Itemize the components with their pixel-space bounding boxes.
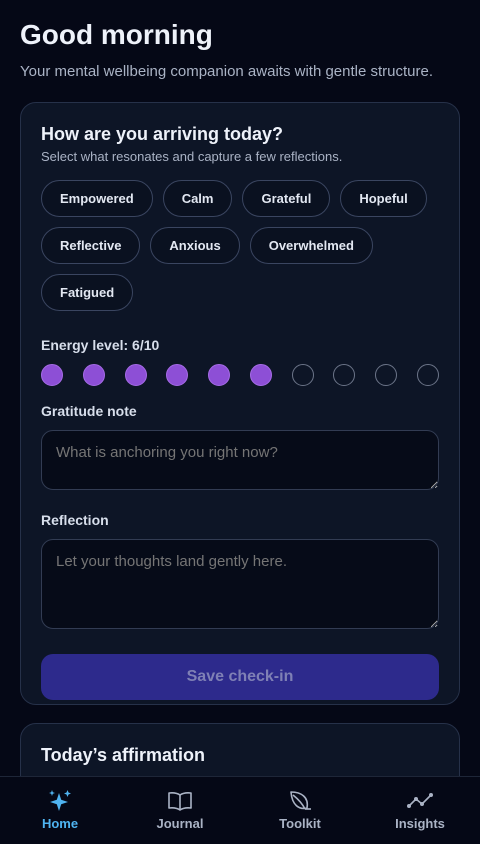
gratitude-input[interactable] <box>41 430 439 490</box>
nav-item-journal[interactable]: Journal <box>120 777 240 844</box>
nav-label-toolkit: Toolkit <box>279 816 321 831</box>
checkin-subtitle: Select what resonates and capture a few … <box>41 149 343 164</box>
mood-chip-grateful[interactable]: Grateful <box>242 180 331 217</box>
energy-dot-10[interactable] <box>416 364 439 386</box>
mood-chip-fatigued[interactable]: Fatigued <box>41 274 134 311</box>
mood-chip-reflective[interactable]: Reflective <box>41 227 141 264</box>
energy-dot-5[interactable] <box>208 364 231 386</box>
energy-dot-7[interactable] <box>291 364 314 386</box>
mood-chip-overwhelmed[interactable]: Overwhelmed <box>249 227 373 264</box>
gratitude-label: Gratitude note <box>41 403 137 419</box>
affirmation-title: Today’s affirmation <box>41 745 206 765</box>
checkin-title: How are you arriving today? <box>41 124 284 144</box>
nav-item-toolkit[interactable]: Toolkit <box>240 777 360 844</box>
leaf-icon <box>290 791 311 810</box>
mood-chip-empowered[interactable]: Empowered <box>41 180 153 217</box>
energy-dot-2[interactable] <box>82 364 105 386</box>
mood-chip-calm[interactable]: Calm <box>162 180 233 217</box>
energy-dot-9[interactable] <box>375 364 398 386</box>
mood-chip-anxious[interactable]: Anxious <box>150 227 240 264</box>
energy-dot-1[interactable] <box>41 364 63 386</box>
greeting-title: Good morning <box>20 19 213 50</box>
book-icon <box>168 792 192 811</box>
reflection-label: Reflection <box>41 512 109 528</box>
energy-dot-6[interactable] <box>249 364 272 386</box>
nav-item-home[interactable]: Home <box>0 777 120 844</box>
greeting-header: Good morning Your mental wellbeing compa… <box>20 18 460 82</box>
mood-chip-hopeful[interactable]: Hopeful <box>340 180 427 217</box>
bottom-nav: Home Journal Toolkit Insights <box>0 776 480 844</box>
sparkles-icon <box>49 790 71 811</box>
nav-label-journal: Journal <box>156 816 204 831</box>
save-checkin-button[interactable]: Save check-in <box>41 654 439 700</box>
mood-chip-group: Empowered Calm Grateful Hopeful Reflecti… <box>41 180 441 311</box>
checkin-card: How are you arriving today? Select what … <box>20 102 460 705</box>
energy-level-selector <box>41 364 439 386</box>
app-screen: Good morning Your mental wellbeing compa… <box>0 0 480 844</box>
greeting-subtitle: Your mental wellbeing companion awaits w… <box>20 63 434 80</box>
energy-dot-4[interactable] <box>166 364 189 386</box>
reflection-input[interactable] <box>41 539 439 629</box>
energy-level-label: Energy level: 6/10 <box>41 337 160 353</box>
nav-label-insights: Insights <box>395 816 445 831</box>
nav-label-home: Home <box>41 816 79 831</box>
nav-item-insights[interactable]: Insights <box>360 777 480 844</box>
trend-line-icon <box>407 793 433 808</box>
energy-dot-3[interactable] <box>124 364 147 386</box>
energy-dot-8[interactable] <box>333 364 356 386</box>
